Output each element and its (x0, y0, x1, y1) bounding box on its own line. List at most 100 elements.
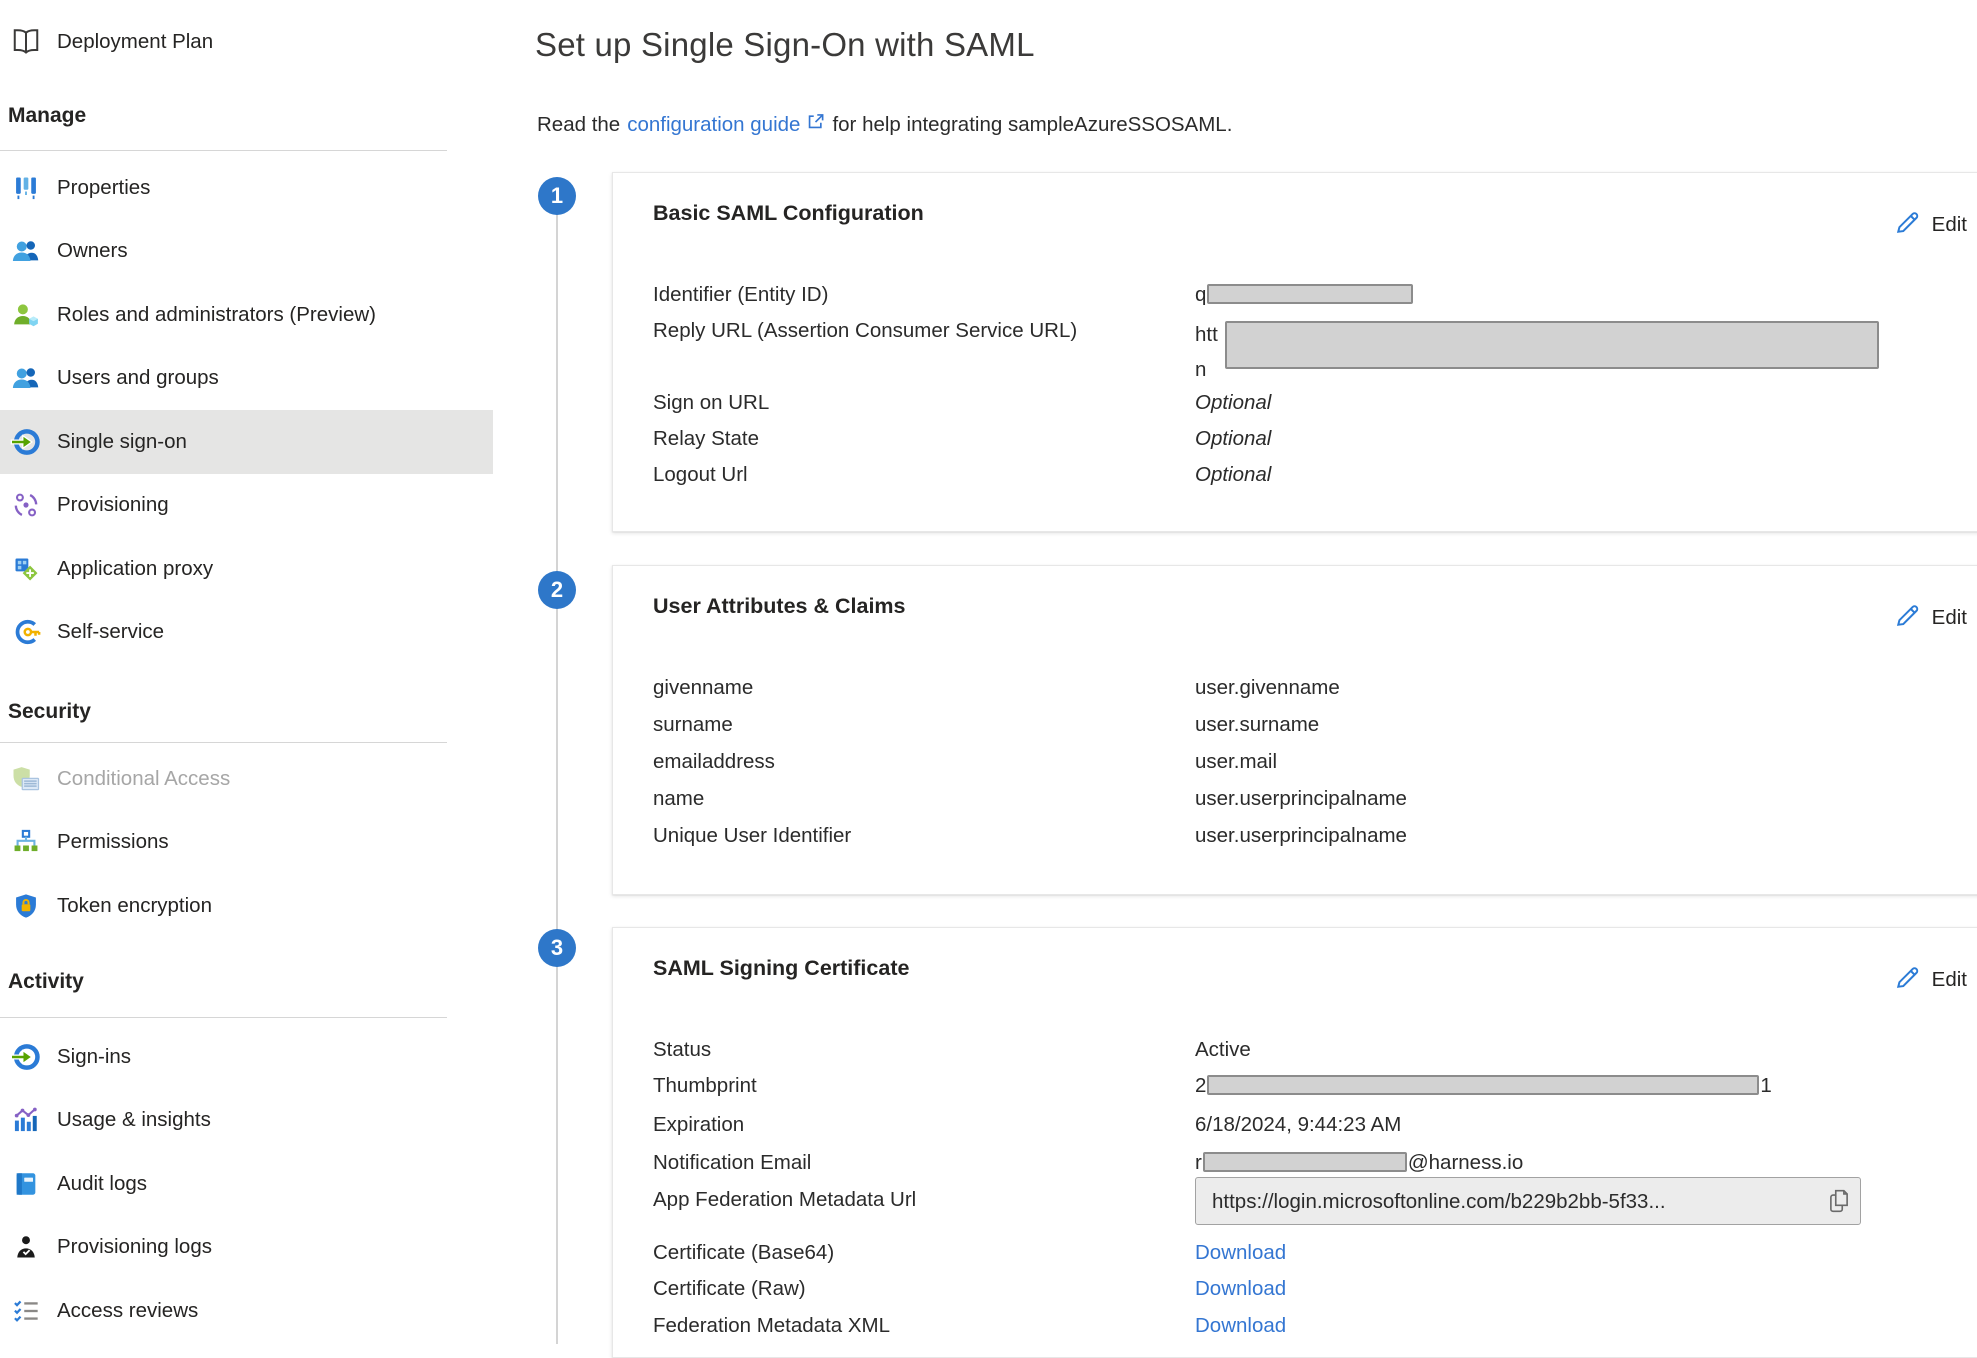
pencil-icon (1893, 602, 1921, 633)
properties-icon (10, 172, 42, 204)
people-icon (10, 362, 42, 394)
sidebar-item-deployment-plan[interactable]: Deployment Plan (0, 14, 493, 70)
intro-suffix: for help integrating sampleAzureSSOSAML. (832, 113, 1232, 137)
metadata-url-input[interactable]: https://login.microsoftonline.com/b229b2… (1195, 1177, 1861, 1225)
roles-icon (10, 299, 42, 331)
sign-ins-icon (10, 1041, 42, 1073)
redaction-box (1207, 284, 1413, 304)
redaction-box (1225, 321, 1879, 369)
sidebar-item-permissions[interactable]: Permissions (0, 811, 493, 875)
configuration-guide-link[interactable]: configuration guide (627, 112, 825, 137)
thumbprint-visible-suffix: 1 (1760, 1074, 1771, 1097)
people-icon (10, 235, 42, 267)
certificate-row: Certificate (Base64) Download (653, 1239, 1957, 1275)
user-attributes-claims-card: User Attributes & Claims Edit givenname … (612, 565, 1977, 895)
sidebar-item-conditional-access[interactable]: Conditional Access (0, 747, 493, 811)
pencil-icon (1893, 209, 1921, 240)
sidebar-item-label: Token encryption (57, 894, 212, 918)
sidebar-item-label: Audit logs (57, 1172, 147, 1196)
app-proxy-icon (10, 553, 42, 585)
audit-logs-icon (10, 1168, 42, 1200)
divider (0, 150, 447, 151)
claim-row: surname user.surname (653, 711, 1957, 748)
config-row: Sign on URL Optional (653, 389, 1957, 425)
step-badge-3: 3 (538, 929, 576, 967)
copy-icon[interactable] (1828, 1188, 1850, 1214)
divider (0, 1017, 447, 1018)
sidebar: Deployment Plan Manage Properties Owners (0, 0, 493, 1344)
card-title: SAML Signing Certificate (653, 956, 909, 981)
sidebar-item-label: Provisioning logs (57, 1235, 212, 1259)
certificate-row: Thumbprint 21 (653, 1072, 1957, 1111)
sidebar-item-label: Users and groups (57, 366, 219, 390)
config-row: Relay State Optional (653, 425, 1957, 461)
claim-row: emailaddress user.mail (653, 748, 1957, 785)
sidebar-item-label: Provisioning (57, 493, 169, 517)
sidebar-item-label: Owners (57, 239, 128, 263)
sidebar-item-label: Roles and administrators (Preview) (57, 303, 376, 327)
claim-row: Unique User Identifier user.userprincipa… (653, 822, 1957, 859)
sidebar-item-access-reviews[interactable]: Access reviews (0, 1279, 493, 1343)
download-base64-link[interactable]: Download (1195, 1241, 1286, 1264)
email-visible-suffix: @harness.io (1408, 1151, 1523, 1174)
sidebar-item-label: Sign-ins (57, 1045, 131, 1069)
sidebar-item-users-groups[interactable]: Users and groups (0, 347, 493, 411)
card-title: Basic SAML Configuration (653, 201, 924, 226)
sidebar-item-self-service[interactable]: Self-service (0, 601, 493, 665)
conditional-access-icon (10, 763, 42, 795)
edit-certificate-button[interactable]: Edit (1893, 964, 1967, 995)
reply-url-visible-fragment: htt (1195, 317, 1218, 352)
sidebar-item-label: Usage & insights (57, 1108, 211, 1132)
sidebar-item-roles-administrators[interactable]: Roles and administrators (Preview) (0, 283, 493, 347)
sidebar-item-application-proxy[interactable]: Application proxy (0, 537, 493, 601)
config-row: Reply URL (Assertion Consumer Service UR… (653, 317, 1957, 389)
intro-text: Read the configuration guide for help in… (537, 112, 1232, 137)
sidebar-item-label: Deployment Plan (57, 30, 213, 54)
identifier-visible-fragment: q (1195, 283, 1206, 306)
sidebar-item-token-encryption[interactable]: Token encryption (0, 874, 493, 938)
usage-insights-icon (10, 1104, 42, 1136)
sidebar-item-owners[interactable]: Owners (0, 220, 493, 284)
saml-signing-certificate-card: SAML Signing Certificate Edit Status Act… (612, 927, 1977, 1358)
sidebar-section-manage: Manage (8, 104, 86, 128)
permissions-icon (10, 826, 42, 858)
main-content: Set up Single Sign-On with SAML Read the… (493, 0, 1977, 1344)
redaction-box (1203, 1152, 1407, 1172)
reply-url-visible-fragment-line2: n (1195, 352, 1218, 387)
sidebar-item-label: Self-service (57, 620, 164, 644)
access-reviews-icon (10, 1295, 42, 1327)
card-title: User Attributes & Claims (653, 594, 906, 619)
sidebar-item-label: Access reviews (57, 1299, 198, 1323)
certificate-row: Status Active (653, 1036, 1957, 1072)
edit-basic-saml-button[interactable]: Edit (1893, 209, 1967, 240)
config-row: Identifier (Entity ID) q (653, 281, 1957, 317)
sidebar-item-audit-logs[interactable]: Audit logs (0, 1152, 493, 1216)
certificate-row: Certificate (Raw) Download (653, 1275, 1957, 1312)
sidebar-item-usage-insights[interactable]: Usage & insights (0, 1089, 493, 1153)
divider (0, 742, 447, 743)
download-federation-metadata-link[interactable]: Download (1195, 1314, 1286, 1337)
sidebar-item-label: Application proxy (57, 557, 213, 581)
sidebar-item-properties[interactable]: Properties (0, 156, 493, 220)
sidebar-item-label: Permissions (57, 830, 169, 854)
thumbprint-visible-prefix: 2 (1195, 1074, 1206, 1097)
step-badge-2: 2 (538, 571, 576, 609)
download-raw-link[interactable]: Download (1195, 1277, 1286, 1300)
certificate-row: App Federation Metadata Url https://logi… (653, 1186, 1957, 1239)
sidebar-item-sign-ins[interactable]: Sign-ins (0, 1025, 493, 1089)
book-icon (10, 26, 42, 58)
external-link-icon (806, 112, 825, 137)
sidebar-item-provisioning-logs[interactable]: Provisioning logs (0, 1216, 493, 1280)
certificate-row: Expiration 6/18/2024, 9:44:23 AM (653, 1111, 1957, 1149)
sidebar-item-provisioning[interactable]: Provisioning (0, 474, 493, 538)
sidebar-section-activity: Activity (8, 970, 84, 994)
sidebar-item-label: Properties (57, 176, 150, 200)
sidebar-section-security: Security (8, 700, 91, 724)
sidebar-item-single-sign-on[interactable]: Single sign-on (0, 410, 493, 474)
edit-claims-button[interactable]: Edit (1893, 602, 1967, 633)
basic-saml-configuration-card: Basic SAML Configuration Edit Identifier… (612, 172, 1977, 532)
page-title: Set up Single Sign-On with SAML (535, 26, 1035, 64)
step-badge-1: 1 (538, 177, 576, 215)
token-encryption-icon (10, 890, 42, 922)
claim-row: givenname user.givenname (653, 674, 1957, 711)
